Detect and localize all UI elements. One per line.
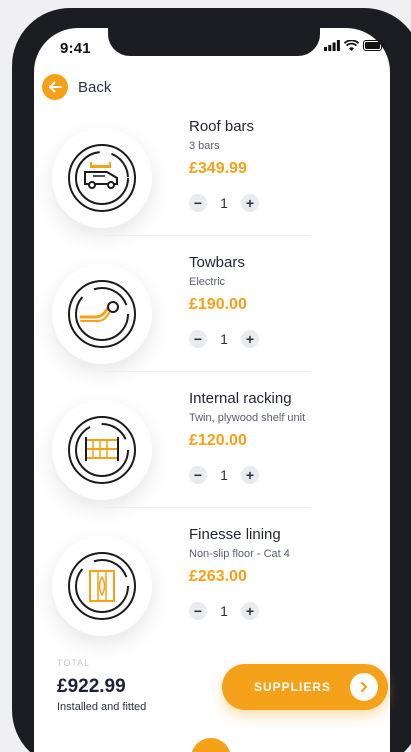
- increase-quantity-button[interactable]: +: [241, 602, 259, 620]
- total-label: TOTAL: [57, 658, 91, 668]
- decrease-quantity-button[interactable]: −: [189, 194, 207, 212]
- lining-icon: [52, 536, 152, 636]
- item-price: £120.00: [189, 432, 247, 449]
- racking-icon: [52, 400, 152, 500]
- list-item: Roof bars 3 bars £349.99 − 1 +: [0, 118, 411, 254]
- list-item: Internal racking Twin, plywood shelf uni…: [0, 390, 411, 526]
- item-name: Roof bars: [189, 118, 255, 135]
- decrease-quantity-button[interactable]: −: [189, 602, 207, 620]
- item-price: £190.00: [189, 296, 247, 313]
- back-button[interactable]: Back: [42, 74, 111, 100]
- item-name: Finesse lining: [189, 526, 281, 543]
- item-name: Towbars: [189, 254, 245, 271]
- total-note: Installed and fitted: [57, 701, 147, 713]
- item-subtitle: Twin, plywood shelf unit: [189, 412, 306, 424]
- decrease-quantity-button[interactable]: −: [189, 330, 207, 348]
- list-item: Towbars Electric £190.00 − 1 +: [0, 254, 411, 390]
- quantity-value: 1: [220, 195, 228, 211]
- list-item: Finesse lining Non-slip floor - Cat 4 £2…: [0, 526, 411, 662]
- chevron-right-icon: [350, 673, 378, 701]
- item-price: £349.99: [189, 160, 247, 177]
- status-icons: [324, 40, 385, 51]
- decrease-quantity-button[interactable]: −: [189, 466, 207, 484]
- phone-notch: [108, 28, 320, 56]
- quantity-stepper: − 1 +: [189, 194, 259, 212]
- suppliers-button[interactable]: SUPPLIERS: [222, 664, 388, 710]
- van-roof-bars-icon: [52, 128, 152, 228]
- increase-quantity-button[interactable]: +: [241, 330, 259, 348]
- increase-quantity-button[interactable]: +: [241, 466, 259, 484]
- total-value: £922.99: [57, 676, 126, 697]
- suppliers-label: SUPPLIERS: [254, 680, 332, 694]
- increase-quantity-button[interactable]: +: [241, 194, 259, 212]
- item-name: Internal racking: [189, 390, 292, 407]
- status-time: 9:41: [60, 40, 91, 57]
- item-subtitle: Non-slip floor - Cat 4: [189, 548, 290, 560]
- quantity-value: 1: [220, 331, 228, 347]
- divider: [104, 235, 310, 236]
- quantity-stepper: − 1 +: [189, 466, 259, 484]
- item-price: £263.00: [189, 568, 247, 585]
- quantity-stepper: − 1 +: [189, 330, 259, 348]
- battery-icon: [363, 40, 385, 51]
- divider: [104, 507, 310, 508]
- wifi-icon: [344, 40, 359, 51]
- quantity-value: 1: [220, 467, 228, 483]
- back-label: Back: [78, 78, 112, 96]
- signal-icon: [324, 40, 340, 51]
- item-subtitle: Electric: [189, 276, 226, 288]
- quantity-value: 1: [220, 603, 228, 619]
- item-subtitle: 3 bars: [189, 140, 220, 152]
- towbar-icon: [52, 264, 152, 364]
- divider: [104, 371, 310, 372]
- back-arrow-icon: [42, 74, 68, 100]
- quantity-stepper: − 1 +: [189, 602, 259, 620]
